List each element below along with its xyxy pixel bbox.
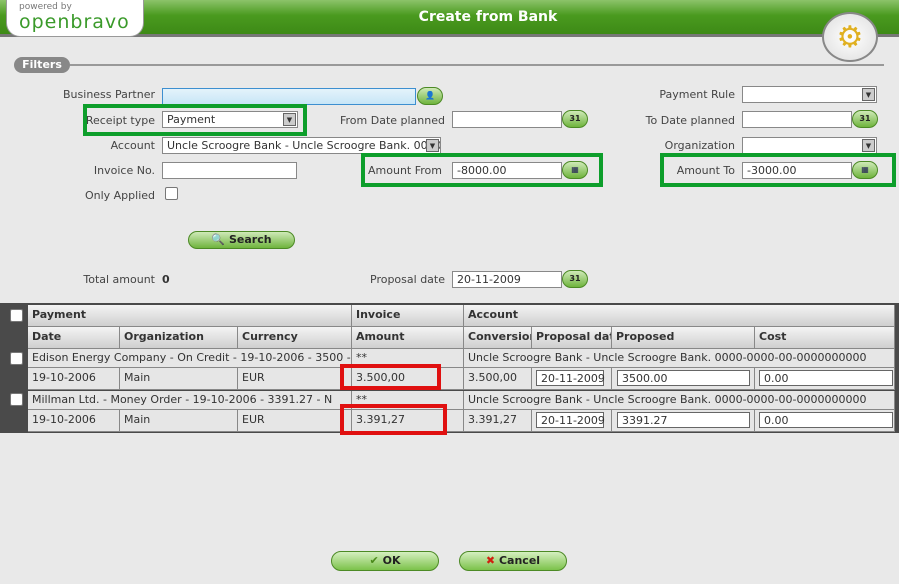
checkmark-icon: ✔ [369,554,379,567]
payments-grid: Payment Invoice Account Date Organizatio… [0,303,899,433]
proposal-date-input[interactable]: 20-11-2009 [536,412,605,428]
business-partner-label: Business Partner [63,88,155,101]
column-header-cost[interactable]: Cost [755,327,895,349]
divider [70,64,884,66]
close-icon: ✖ [485,554,496,567]
column-header-conversion[interactable]: Conversion [464,327,532,349]
proposal-date-cell: 20-11-2009 [532,368,612,390]
select-all-checkbox[interactable] [10,309,23,322]
amount-to-input[interactable]: -3000.00 [742,162,852,179]
from-date-label: From Date planned [339,114,445,127]
business-partner-search-icon[interactable]: 👤 [417,87,443,105]
organization-label: Organization [664,139,735,152]
payment-description: Edison Energy Company - On Credit - 19-1… [28,349,352,368]
highlight-box [340,364,441,390]
business-partner-input[interactable] [162,88,416,105]
currency-cell: EUR [238,410,352,432]
from-date-input[interactable] [452,111,562,128]
column-header-currency[interactable]: Currency [238,327,352,349]
receipt-type-select[interactable]: Payment ▼ [162,111,298,128]
account-value: Uncle Scroogre Bank - Uncle Scroogre Ban… [464,391,895,410]
account-label: Account [110,139,155,152]
search-icon: 🔍 [211,233,226,246]
cancel-button[interactable]: ✖ Cancel [459,551,567,571]
organization-cell: Main [120,410,238,432]
conversion-cell: 3.391,27 [464,410,532,432]
proposed-cell: 3500.00 [612,368,755,390]
highlight-box [340,404,447,435]
only-applied-label: Only Applied [84,189,155,202]
cost-cell: 0.00 [755,368,895,390]
group-header-invoice: Invoice [352,305,464,327]
invoice-no-input[interactable] [162,162,297,179]
column-header-organization[interactable]: Organization [120,327,238,349]
cost-cell: 0.00 [755,410,895,432]
chevron-down-icon: ▼ [283,113,296,126]
group-header-account: Account [464,305,895,327]
organization-cell: Main [120,368,238,390]
amount-to-label: Amount To [676,164,735,177]
row-checkbox[interactable] [10,393,23,406]
payment-rule-select[interactable]: ▼ [742,86,877,103]
total-amount-value: 0 [162,273,170,286]
column-header-proposal-date[interactable]: Proposal date [532,327,612,349]
cost-input[interactable]: 0.00 [759,370,893,386]
column-header-proposed[interactable]: Proposed [612,327,755,349]
calculator-icon[interactable]: ▦ [852,161,878,179]
calculator-icon[interactable]: ▦ [562,161,588,179]
search-button[interactable]: 🔍 Search [188,231,295,249]
chevron-down-icon: ▼ [426,139,439,152]
proposed-input[interactable]: 3500.00 [617,370,750,386]
amount-from-label: Amount From [368,164,442,177]
column-header-amount[interactable]: Amount [352,327,464,349]
proposed-cell: 3391.27 [612,410,755,432]
currency-cell: EUR [238,368,352,390]
calendar-icon[interactable]: 31 [562,110,588,128]
conversion-cell: 3.500,00 [464,368,532,390]
row-checkbox[interactable] [10,352,23,365]
proposed-input[interactable]: 3391.27 [617,412,750,428]
chevron-down-icon: ▼ [862,139,875,152]
proposal-date-input[interactable]: 20-11-2009 [452,271,562,288]
cost-input[interactable]: 0.00 [759,412,893,428]
proposal-date-cell: 20-11-2009 [532,410,612,432]
ok-button[interactable]: ✔ OK [331,551,439,571]
organization-select[interactable]: ▼ [742,137,877,154]
to-date-input[interactable] [742,111,852,128]
calendar-icon[interactable]: 31 [852,110,878,128]
date-cell: 19-10-2006 [28,368,120,390]
proposal-date-input[interactable]: 20-11-2009 [536,370,605,386]
to-date-label: To Date planned [645,114,735,127]
receipt-type-label: Receipt type [85,114,155,127]
only-applied-checkbox[interactable] [165,187,178,200]
chevron-down-icon: ▼ [862,88,875,101]
filters-section-label: Filters [14,57,70,73]
calendar-icon[interactable]: 31 [562,270,588,288]
gear-icon[interactable]: ⚙ [822,12,878,62]
payment-description: Millman Ltd. - Money Order - 19-10-2006 … [28,391,352,410]
account-select[interactable]: Uncle Scroogre Bank - Uncle Scroogre Ban… [162,137,441,154]
openbravo-logo: powered by openbravo [6,0,144,37]
total-amount-label: Total amount [83,273,155,286]
payment-rule-label: Payment Rule [659,88,735,101]
amount-from-input[interactable]: -8000.00 [452,162,562,179]
column-header-date[interactable]: Date [28,327,120,349]
proposal-date-label: Proposal date [370,273,445,286]
date-cell: 19-10-2006 [28,410,120,432]
account-value: Uncle Scroogre Bank - Uncle Scroogre Ban… [464,349,895,368]
invoice-no-label: Invoice No. [93,164,155,177]
group-header-payment: Payment [28,305,352,327]
